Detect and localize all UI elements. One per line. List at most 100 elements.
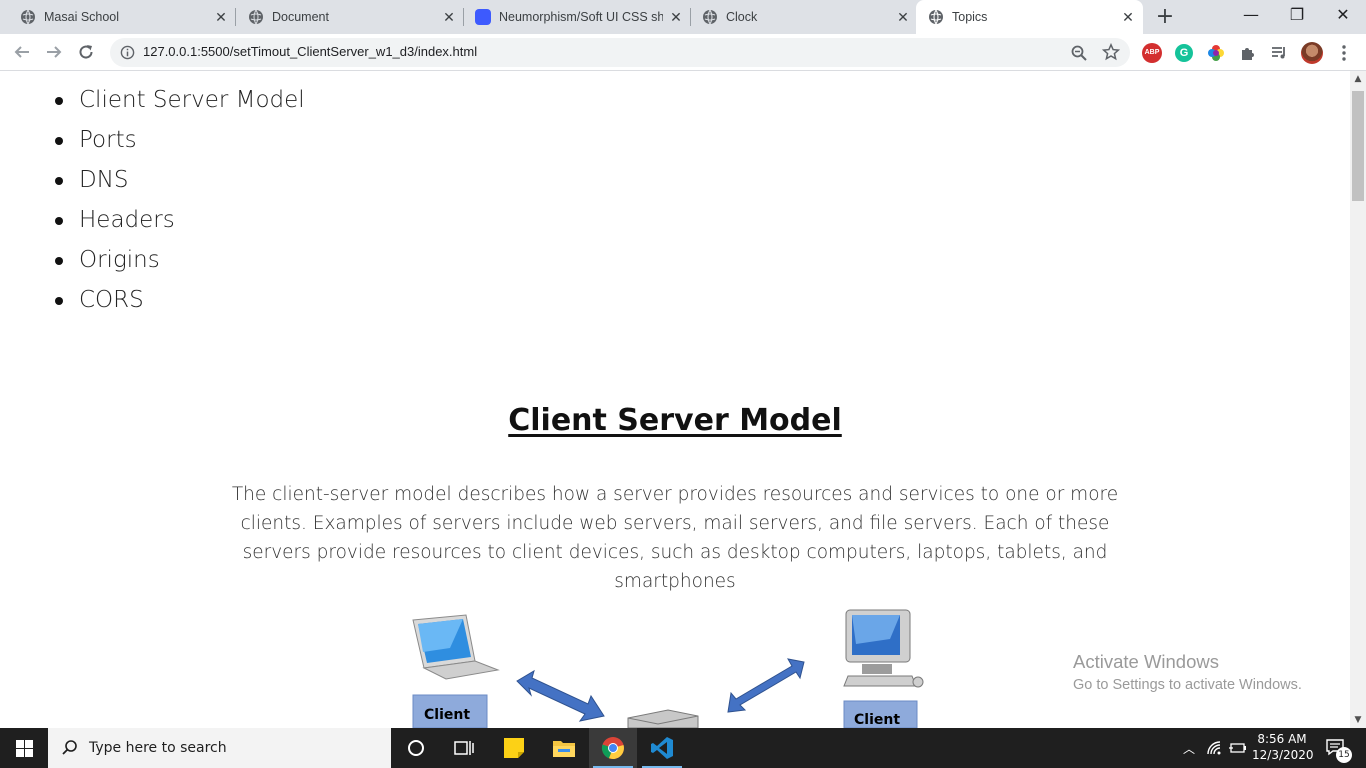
- action-center-button[interactable]: 15: [1316, 728, 1356, 768]
- windows-taskbar: Type here to search ︿ 8:56 AM 12/3/2020 …: [0, 728, 1366, 768]
- globe-icon: [249, 9, 263, 25]
- tab-document[interactable]: Document ✕: [228, 0, 464, 34]
- address-bar[interactable]: 127.0.0.1:5500/setTimout_ClientServer_w1…: [110, 38, 1130, 67]
- globe-icon: [929, 9, 943, 25]
- section-description: The client-server model describes how a …: [231, 484, 1119, 592]
- tab-neumorphism[interactable]: Neumorphism/Soft UI CSS sha ✕: [455, 0, 691, 34]
- topic-item: Origins: [55, 245, 305, 285]
- info-icon[interactable]: [120, 45, 135, 60]
- client-server-diagram: Client Client: [412, 609, 924, 728]
- color-wheel-icon: [1208, 45, 1224, 61]
- reload-button[interactable]: [74, 40, 98, 64]
- vscode-icon: [651, 737, 673, 759]
- tab-close-icon[interactable]: ✕: [1121, 10, 1135, 24]
- right-client-label: Client: [854, 712, 900, 728]
- cortana-circle-icon: [408, 740, 424, 756]
- chrome-icon: [601, 737, 624, 760]
- queue-music-icon: [1272, 47, 1285, 59]
- tab-label: Clock: [726, 10, 758, 24]
- battery-plug-icon: [1229, 743, 1246, 753]
- globe-icon: [703, 9, 717, 25]
- puzzle-icon: [1242, 48, 1254, 60]
- profile-button[interactable]: [1301, 42, 1323, 64]
- cortana-button[interactable]: [392, 728, 440, 768]
- tab-close-icon[interactable]: ✕: [896, 10, 910, 24]
- search-placeholder: Type here to search: [89, 740, 227, 756]
- reading-list-button[interactable]: [1268, 42, 1290, 64]
- topic-item: Client Server Model: [55, 85, 305, 125]
- scroll-thumb[interactable]: [1352, 91, 1364, 201]
- tab-label: Masai School: [44, 10, 120, 24]
- new-tab-button[interactable]: +: [1152, 5, 1178, 29]
- double-arrow-icon: [516, 669, 605, 722]
- url-text[interactable]: 127.0.0.1:5500/setTimout_ClientServer_w1…: [143, 44, 477, 59]
- grammarly-extension-button[interactable]: G: [1173, 42, 1195, 64]
- tab-close-icon[interactable]: ✕: [442, 10, 456, 24]
- clock-time: 8:56 AM: [1257, 732, 1307, 746]
- page-scrollbar[interactable]: ▲ ▼: [1350, 71, 1366, 728]
- browser-toolbar: 127.0.0.1:5500/setTimout_ClientServer_w1…: [0, 34, 1366, 71]
- watermark-subtitle: Go to Settings to activate Windows.: [1073, 677, 1302, 693]
- sticky-notes-icon: [504, 738, 524, 758]
- battery-button[interactable]: [1226, 728, 1250, 768]
- forward-arrow-icon: [47, 46, 62, 58]
- sticky-notes-app[interactable]: [490, 728, 538, 768]
- file-explorer-app[interactable]: [540, 728, 588, 768]
- watermark-title: Activate Windows: [1073, 651, 1219, 672]
- activate-windows-watermark: Activate Windows Go to Settings to activ…: [1073, 651, 1302, 693]
- tab-close-icon[interactable]: ✕: [669, 10, 683, 24]
- neumorphism-favicon: [475, 9, 491, 25]
- task-view-button[interactable]: [440, 728, 488, 768]
- desktop-computer-icon: [843, 609, 924, 688]
- windows-logo-icon: [15, 739, 33, 757]
- section-title: Client Server Model: [508, 403, 842, 438]
- search-icon: [62, 740, 77, 755]
- scroll-up-arrow-icon[interactable]: ▲: [1350, 71, 1366, 87]
- double-arrow-icon: [727, 658, 805, 713]
- wifi-icon: [1207, 741, 1221, 755]
- forward-button[interactable]: [42, 40, 66, 64]
- tab-label: Topics: [952, 10, 988, 24]
- tab-topics[interactable]: Topics ✕: [916, 0, 1143, 34]
- color-picker-extension-button[interactable]: [1205, 42, 1227, 64]
- back-button[interactable]: [10, 40, 34, 64]
- globe-icon: [21, 9, 35, 25]
- avatar: [1301, 42, 1323, 64]
- taskbar-clock[interactable]: 8:56 AM 12/3/2020: [1252, 731, 1314, 763]
- topic-item: CORS: [55, 285, 305, 325]
- close-window-button[interactable]: ✕: [1320, 0, 1366, 34]
- adblock-icon: ABP: [1142, 43, 1162, 63]
- bookmark-star-icon[interactable]: [1102, 43, 1120, 61]
- minimize-button[interactable]: —: [1228, 0, 1274, 34]
- tab-label: Document: [272, 10, 329, 24]
- page-viewport: Client Server Model Ports DNS Headers Or…: [0, 71, 1350, 728]
- menu-button[interactable]: [1333, 42, 1355, 64]
- chrome-app[interactable]: [589, 728, 637, 768]
- show-hidden-icons-chevron-icon[interactable]: ︿: [1178, 728, 1200, 768]
- start-button[interactable]: [0, 728, 48, 768]
- extensions-button[interactable]: [1237, 42, 1259, 64]
- taskbar-search-box[interactable]: Type here to search: [48, 728, 391, 768]
- tab-masai-school[interactable]: Masai School ✕: [0, 0, 236, 34]
- topics-list: Client Server Model Ports DNS Headers Or…: [55, 85, 305, 325]
- topic-item: Ports: [55, 125, 305, 165]
- adblock-extension-button[interactable]: ABP: [1141, 42, 1163, 64]
- restore-button[interactable]: ❐: [1274, 0, 1320, 34]
- zoom-icon[interactable]: [1070, 44, 1088, 62]
- clock-date: 12/3/2020: [1252, 748, 1314, 762]
- scroll-down-arrow-icon[interactable]: ▼: [1350, 712, 1366, 728]
- notification-count-badge: 15: [1336, 747, 1352, 763]
- kebab-menu-icon: [1342, 45, 1346, 61]
- tab-close-icon[interactable]: ✕: [214, 10, 228, 24]
- back-arrow-icon: [14, 46, 29, 58]
- vscode-app[interactable]: [638, 728, 686, 768]
- tab-strip: Masai School ✕ Document ✕ Neumorphism/So…: [0, 0, 1366, 34]
- laptop-icon: [412, 614, 500, 680]
- tab-label: Neumorphism/Soft UI CSS sha: [499, 10, 663, 24]
- grammarly-icon: G: [1175, 44, 1193, 62]
- folder-icon: [553, 741, 575, 757]
- topic-item: Headers: [55, 205, 305, 245]
- task-view-icon: [454, 741, 474, 755]
- tab-clock[interactable]: Clock ✕: [682, 0, 918, 34]
- network-button[interactable]: [1202, 728, 1226, 768]
